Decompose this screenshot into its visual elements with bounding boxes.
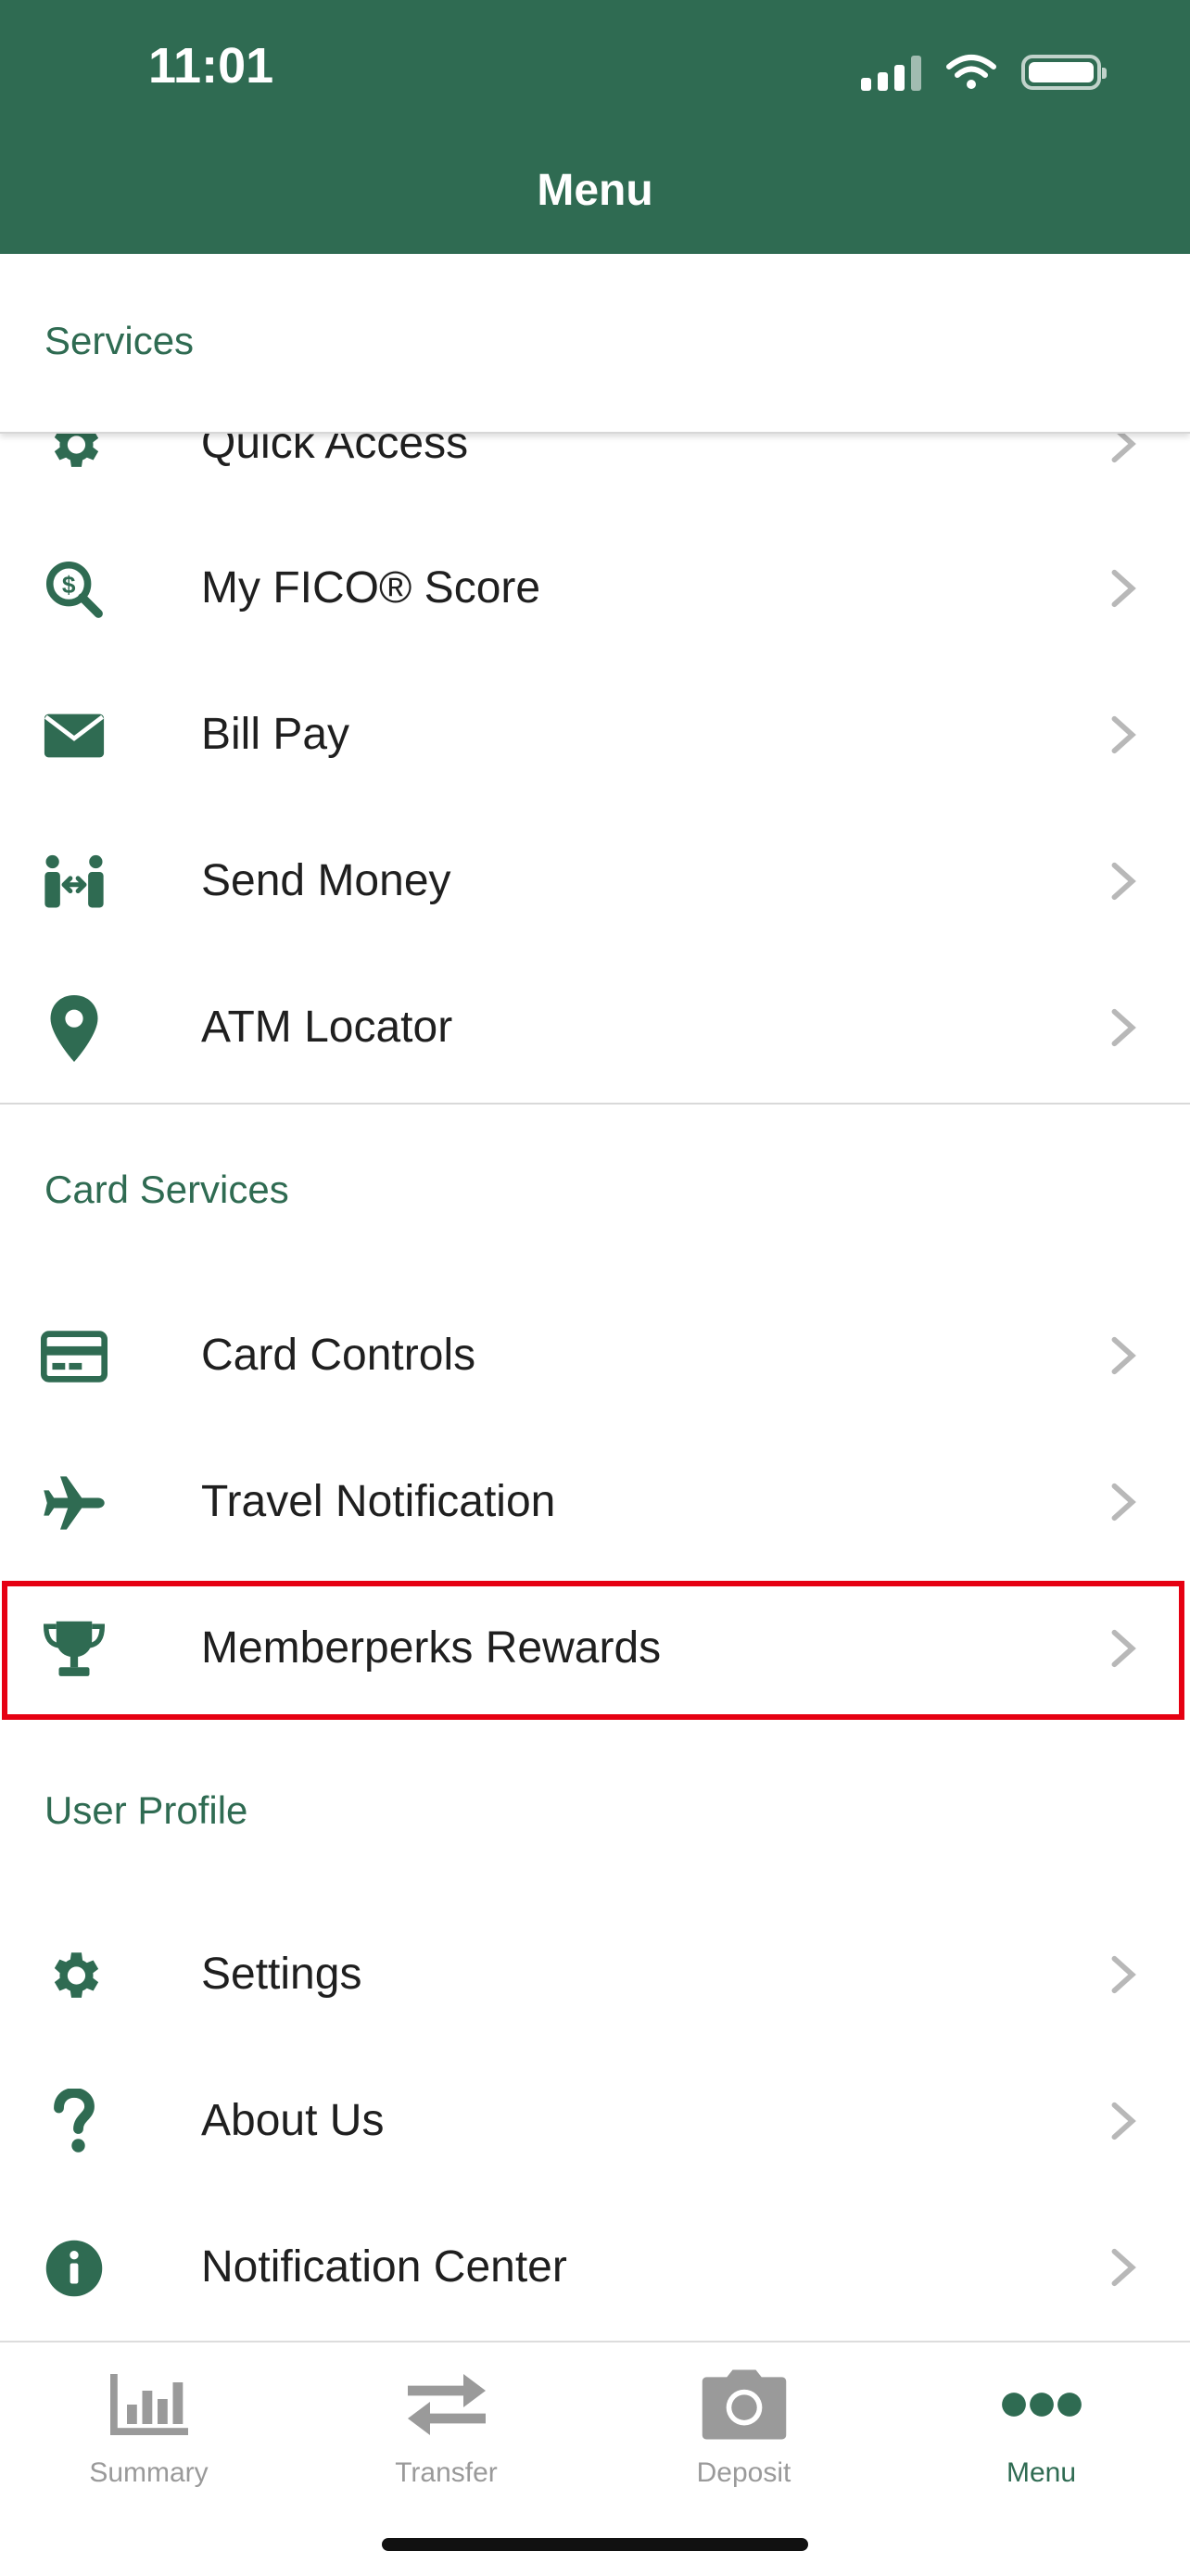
question-icon <box>41 2089 108 2155</box>
chevron-right-icon <box>1111 715 1136 754</box>
envelope-icon <box>41 702 108 769</box>
chevron-right-icon <box>1111 1955 1136 1994</box>
menu-item-label: ATM Locator <box>201 1003 453 1052</box>
status-time: 11:01 <box>148 38 274 94</box>
chevron-right-icon <box>1111 1483 1136 1522</box>
menu-item-bill-pay[interactable]: Bill Pay <box>0 662 1190 808</box>
section-title: Card Services <box>44 1168 289 1211</box>
tab-menu[interactable]: Menu <box>892 2342 1190 2509</box>
chevron-right-icon <box>1111 1336 1136 1375</box>
chevron-right-icon <box>1111 862 1136 901</box>
info-icon <box>41 2235 108 2302</box>
app-header: 11:01 Menu <box>0 0 1190 254</box>
menu-item-label: Settings <box>201 1950 362 1999</box>
map-pin-icon <box>41 995 108 1062</box>
dollar-search-icon: $ <box>41 556 108 623</box>
menu-item-label: About Us <box>201 2096 385 2145</box>
credit-card-icon <box>41 1323 108 1390</box>
menu-item-label: My FICO® Score <box>201 563 541 612</box>
section-title: Services <box>44 319 195 362</box>
menu-item-label: Travel Notification <box>201 1477 556 1526</box>
airplane-icon <box>41 1470 108 1536</box>
menu-item-label: Notification Center <box>201 2242 567 2292</box>
menu-item-send-money[interactable]: Send Money <box>0 808 1190 954</box>
people-transfer-icon <box>41 849 108 915</box>
chevron-right-icon <box>1111 2248 1136 2287</box>
menu-item-label: Bill Pay <box>201 710 350 759</box>
menu-item-about-us[interactable]: About Us <box>0 2048 1190 2194</box>
chevron-right-icon <box>1111 2102 1136 2140</box>
wifi-icon <box>946 55 996 89</box>
tab-deposit[interactable]: Deposit <box>595 2342 892 2509</box>
menu-item-atm-locator[interactable]: ATM Locator <box>0 954 1190 1101</box>
tab-label: Summary <box>89 2457 209 2488</box>
services-section-header: Services <box>0 254 1190 434</box>
bar-chart-icon <box>0 2363 298 2446</box>
menu-item-label: Send Money <box>201 856 451 905</box>
tab-transfer[interactable]: Transfer <box>298 2342 595 2509</box>
chevron-right-icon <box>1111 1008 1136 1047</box>
chevron-right-icon <box>1111 569 1136 608</box>
section-divider <box>0 1103 1190 1105</box>
page-title: Menu <box>537 166 653 215</box>
menu-item-label: Card Controls <box>201 1331 476 1380</box>
tab-label: Menu <box>1006 2457 1077 2488</box>
tab-summary[interactable]: Summary <box>0 2342 298 2509</box>
cellular-signal-icon <box>861 54 921 91</box>
tab-label: Deposit <box>696 2457 791 2488</box>
home-indicator <box>382 2538 808 2551</box>
battery-icon <box>1021 55 1107 90</box>
menu-item-settings[interactable]: Settings <box>0 1901 1190 2048</box>
arrows-transfer-icon <box>298 2363 595 2446</box>
section-title: User Profile <box>44 1788 248 1832</box>
menu-item-fico-score[interactable]: $ My FICO® Score <box>0 515 1190 662</box>
camera-icon <box>595 2363 892 2446</box>
menu-item-travel-notification[interactable]: Travel Notification <box>0 1429 1190 1575</box>
tab-label: Transfer <box>395 2457 498 2488</box>
highlight-box <box>2 1581 1184 1720</box>
status-icons <box>861 44 1107 100</box>
svg-text:$: $ <box>62 571 76 599</box>
dots-icon <box>892 2363 1190 2446</box>
gear-icon <box>41 1942 108 2009</box>
menu-item-notification-center[interactable]: Notification Center <box>0 2194 1190 2341</box>
menu-item-card-controls[interactable]: Card Controls <box>0 1282 1190 1429</box>
